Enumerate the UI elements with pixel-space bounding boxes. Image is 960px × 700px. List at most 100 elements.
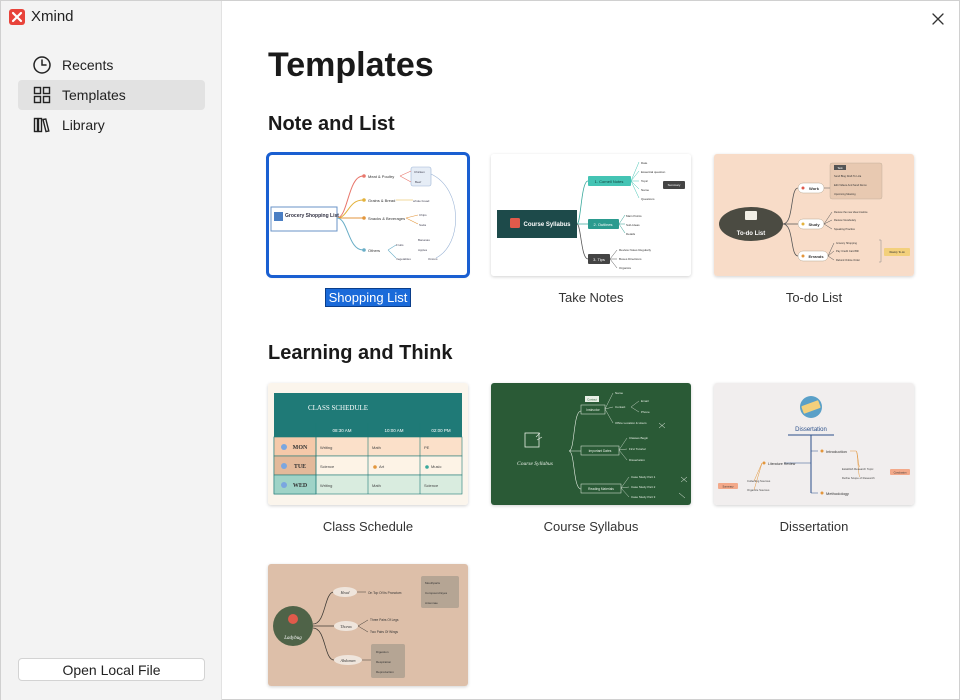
preview-day: WED (293, 483, 308, 489)
preview-branch: Snacks & Beverages (368, 216, 405, 221)
preview-leaf: First Tutorial (629, 447, 646, 451)
preview-leaf: Antennae (425, 601, 438, 605)
template-label: Class Schedule (268, 519, 468, 534)
grid-icon (33, 86, 51, 104)
sidebar-item-templates[interactable]: Templates (18, 80, 205, 110)
open-local-file-button[interactable]: Open Local File (18, 658, 205, 681)
preview-leaf: Mouthparts (425, 581, 441, 585)
template-preview: Ladybug Head Thorax Abdomen On Top Of It… (268, 564, 468, 686)
preview-leaf: Fruits (396, 243, 404, 247)
template-label: Dissertation (714, 519, 914, 534)
preview-leaf: Vegetables (396, 257, 411, 261)
preview-leaf: Pay Credit Card Bill (836, 249, 859, 253)
section-title: Note and List (268, 113, 395, 135)
template-preview: Course Syllabus 1. Cornell Notes 2. Outl… (491, 154, 691, 276)
preview-root: Dissertation (795, 427, 827, 433)
preview-leaf: Case Study Part 1 (631, 475, 656, 479)
preview-day: MON (293, 445, 308, 451)
preview-leaf: Speaking Practice (834, 227, 855, 231)
template-label-text: To-do List (785, 290, 843, 305)
template-label: Shopping List (268, 288, 468, 307)
template-card-course-syllabus[interactable]: Course Syllabus Instructor Important Dat… (491, 383, 691, 505)
preview-branch: Work (809, 186, 820, 191)
preview-branch: Literature Review (768, 462, 796, 466)
preview-time: 02:00 PM (431, 428, 451, 433)
preview-leaf: Date (641, 161, 648, 165)
preview-leaf: Grocery Shopping (836, 241, 857, 245)
template-card-to-do-list[interactable]: To-do List Work Study Errands Task Send … (714, 154, 914, 276)
template-label: Course Syllabus (491, 519, 691, 534)
preview-leaf: Phone (641, 410, 650, 414)
preview-leaf: Digestion (376, 650, 389, 654)
preview-leaf: Dissertation (629, 458, 645, 462)
sidebar-item-library[interactable]: Library (18, 110, 205, 140)
preview-leaf: Classes Begin (629, 436, 649, 440)
template-card-class-schedule[interactable]: CLASS SCHEDULE 08:30 AM 10:00 AM 02:00 P… (268, 383, 468, 505)
app-window: Xmind Recents Templates Library Open Loc… (0, 0, 960, 700)
template-label-text: Dissertation (779, 519, 849, 534)
preview-leaf: Name (615, 391, 623, 395)
preview-leaf: Respiration (376, 660, 392, 664)
preview-leaf: Office Location & Hours (615, 421, 647, 425)
preview-leaf: Chips (419, 213, 427, 217)
preview-branch: Study (808, 222, 820, 227)
template-card-dissertation[interactable]: Dissertation Introduction Literature Rev… (714, 383, 914, 505)
preview-branch: Grains & Bread (368, 198, 395, 203)
preview-leaf: Apples (418, 248, 428, 252)
template-label-text: Take Notes (558, 290, 624, 305)
preview-leaf: Chicken (414, 170, 425, 174)
preview-leaf: Email (641, 399, 649, 403)
template-label-text: Shopping List (324, 288, 412, 307)
preview-leaf: On Top Of Its Pronotum (368, 591, 402, 595)
template-preview: Grocery Shopping List Meat & Poultry Gra… (268, 154, 468, 276)
app-title: Xmind (9, 8, 74, 25)
preview-branch: Meat & Poultry (368, 174, 394, 179)
preview-leaf: Soda (419, 223, 426, 227)
app-title-text: Xmind (31, 8, 74, 25)
page-title: Templates (268, 46, 434, 84)
preview-leaf: Bananas (418, 238, 430, 242)
preview-time: 08:30 AM (332, 428, 351, 433)
preview-leaf: Organize (619, 266, 632, 270)
preview-cell: Math (372, 483, 381, 488)
preview-cell: Science (424, 483, 439, 488)
template-card-take-notes[interactable]: Course Syllabus 1. Cornell Notes 2. Outl… (491, 154, 691, 276)
preview-cell: Science (320, 464, 335, 469)
template-card-ladybug[interactable]: Ladybug Head Thorax Abdomen On Top Of It… (268, 564, 468, 686)
template-label-text: Class Schedule (322, 519, 414, 534)
books-icon (33, 117, 50, 133)
preview-day: TUE (294, 464, 306, 470)
preview-leaf: Define Scope of Research (842, 476, 875, 480)
preview-leaf: Review Vocabulary (834, 218, 857, 222)
preview-leaf: Topic (641, 179, 649, 183)
preview-branch: Abdomen (339, 658, 355, 663)
template-preview: CLASS SCHEDULE 08:30 AM 10:00 AM 02:00 P… (268, 383, 468, 505)
preview-leaf: Organize Sources (747, 488, 770, 492)
preview-branch: Introduction (826, 449, 847, 454)
template-card-shopping-list[interactable]: Grocery Shopping List Meat & Poultry Gra… (266, 152, 470, 278)
preview-leaf: Main Points (626, 214, 642, 218)
preview-leaf: whole bread (413, 199, 430, 203)
preview-leaf: Boxes Directions (619, 257, 642, 261)
preview-leaf: Upcoming Meeting (834, 192, 856, 196)
preview-time: 10:00 AM (384, 428, 403, 433)
sidebar-item-label: Library (62, 117, 105, 133)
preview-leaf: Contact (587, 398, 597, 402)
preview-root: Course Syllabus (523, 222, 571, 228)
preview-cell: Music (431, 464, 441, 469)
preview-leaf: Weekly To-do (889, 250, 905, 254)
template-label: Take Notes (491, 290, 691, 305)
sidebar-item-label: Templates (62, 87, 126, 103)
preview-branch: 3. Tips (593, 257, 605, 262)
preview-leaf: Edit Videos And Send Demo (834, 183, 867, 187)
preview-leaf: Case Study Part 3 (631, 495, 656, 499)
template-label: To-do List (714, 290, 914, 305)
template-label-text: Course Syllabus (543, 519, 639, 534)
preview-leaf: Review the new idea timeline (834, 210, 868, 214)
preview-leaf: Collecting Sources (747, 479, 771, 483)
sidebar-item-recents[interactable]: Recents (18, 50, 205, 80)
preview-branch: Important Dates (589, 449, 612, 453)
preview-leaf: Reproduction (376, 670, 394, 674)
xmind-logo-icon (9, 8, 25, 25)
preview-root: Grocery Shopping List (285, 213, 339, 219)
